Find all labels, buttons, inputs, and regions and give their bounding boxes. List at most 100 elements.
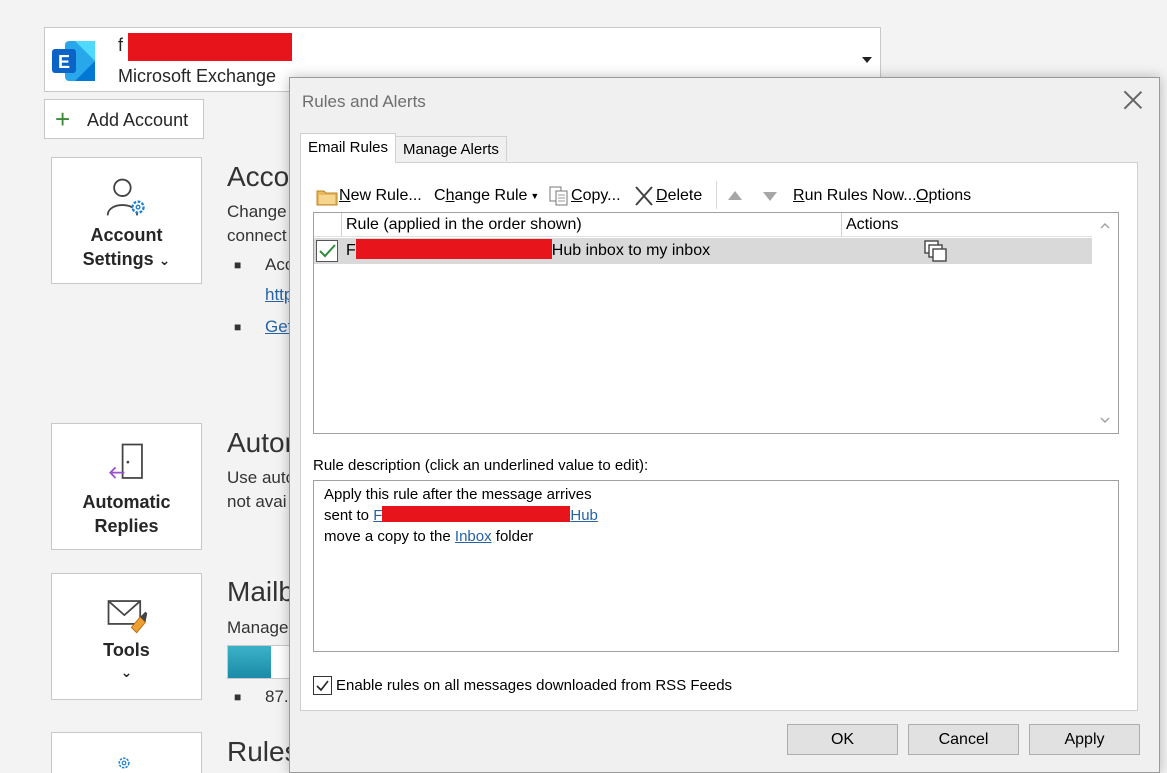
- ok-button[interactable]: OK: [787, 724, 898, 755]
- section-title-mailbox: Mailb: [227, 576, 294, 607]
- column-header-enabled[interactable]: [314, 213, 342, 237]
- tab-email-rules[interactable]: Email Rules: [300, 133, 397, 163]
- recipient-end: Hub: [570, 507, 598, 524]
- scroll-up-icon[interactable]: [1100, 221, 1110, 231]
- section-title-account: Acco: [227, 161, 290, 192]
- account-settings-tile[interactable]: Account Settings ⌄: [51, 157, 202, 284]
- door-exit-icon: [108, 443, 143, 479]
- redaction-bar: [382, 506, 571, 523]
- sent-to-recipient-link[interactable]: F Hub: [373, 506, 598, 524]
- section-title-rules: Rules: [227, 736, 299, 767]
- svg-text:E: E: [58, 52, 70, 72]
- section-text: Change: [227, 202, 287, 221]
- tile-label: Automatic: [82, 492, 171, 512]
- delete-button[interactable]: Delete: [632, 183, 702, 209]
- rule-name: F Hub inbox to my inbox: [346, 239, 711, 261]
- column-header-actions[interactable]: Actions: [842, 213, 1092, 237]
- scroll-down-icon[interactable]: [1100, 415, 1110, 425]
- new-rule-accel: N: [339, 187, 351, 204]
- delete-accel: D: [656, 187, 668, 204]
- copy-button[interactable]: Copy...: [547, 183, 621, 209]
- cancel-button[interactable]: Cancel: [908, 724, 1019, 755]
- options-label: ptions: [928, 187, 972, 204]
- bullet-icon: ■: [234, 690, 242, 704]
- rules-list[interactable]: Rule (applied in the order shown) Action…: [313, 212, 1119, 434]
- copy-accel: C: [571, 187, 583, 204]
- new-rule-button[interactable]: New Rule...: [315, 183, 422, 209]
- account-type: Microsoft Exchange: [118, 66, 277, 86]
- dialog-title: Rules and Alerts: [302, 92, 426, 111]
- redaction-bar: [128, 33, 292, 61]
- change-rule-label-pre: C: [434, 187, 446, 204]
- section-title-auto: Autor: [227, 427, 294, 458]
- delete-x-icon: [635, 186, 653, 206]
- options-button[interactable]: Options: [916, 183, 971, 209]
- automatic-replies-tile[interactable]: Automatic Replies: [51, 423, 202, 550]
- rss-checkbox[interactable]: [313, 676, 332, 695]
- column-header-rule[interactable]: Rule (applied in the order shown): [342, 213, 842, 237]
- recipient-start: F: [373, 507, 383, 524]
- run-rules-label: un Rules Now...: [804, 187, 917, 204]
- close-icon[interactable]: [1123, 90, 1143, 110]
- tile-label-line2: Settings ⌄: [52, 247, 201, 272]
- rule-row[interactable]: F Hub inbox to my inbox: [314, 238, 1092, 264]
- mailbox-usage-bar: [227, 645, 291, 679]
- toolbar-separator: [716, 181, 717, 209]
- move-up-icon[interactable]: [727, 190, 743, 202]
- checkmark-icon: [319, 244, 336, 258]
- description-text: sent to: [324, 507, 374, 524]
- inbox-folder-link[interactable]: Inbox: [455, 528, 492, 545]
- tile-label-text: Settings: [82, 249, 154, 269]
- copy-label: opy...: [582, 187, 621, 204]
- run-rules-now-button[interactable]: Run Rules Now...: [793, 183, 917, 209]
- copy-action-icon: [924, 240, 947, 262]
- section-text: Use auto: [227, 468, 296, 487]
- gear-icon: [117, 757, 130, 769]
- tools-tile[interactable]: Tools ⌄: [51, 573, 202, 700]
- exchange-icon: E: [52, 41, 95, 81]
- rule-name-suffix: Hub inbox to my inbox: [551, 242, 711, 260]
- change-rule-button[interactable]: Ch ange Rule ▼: [434, 183, 539, 209]
- rule-description-box: Apply this rule after the message arrive…: [313, 480, 1119, 652]
- rule-enabled-checkbox[interactable]: [316, 240, 338, 262]
- bullet-icon: ■: [234, 320, 242, 334]
- delete-label: elete: [667, 187, 703, 204]
- description-line: move a copy to the Inbox folder: [324, 528, 533, 545]
- account-name: f: [118, 35, 124, 55]
- section-text: not avai: [227, 492, 287, 511]
- apply-button[interactable]: Apply: [1029, 724, 1140, 755]
- redaction-bar: [355, 239, 552, 259]
- rules-tile[interactable]: [51, 732, 202, 773]
- new-rule-label: ew Rule...: [350, 187, 422, 204]
- tile-label-line2: Replies: [94, 516, 159, 536]
- change-rule-accel: h: [445, 187, 455, 204]
- add-account-button[interactable]: + Add Account: [44, 99, 204, 139]
- rss-checkbox-label: Enable rules on all messages downloaded …: [336, 677, 733, 694]
- tools-mail-icon: [107, 600, 147, 634]
- add-account-label: Add Account: [87, 110, 189, 130]
- tab-manage-alerts[interactable]: Manage Alerts: [395, 136, 507, 161]
- description-text: folder: [491, 528, 534, 545]
- bullet-text: 87.: [265, 687, 289, 706]
- section-text: Manage: [227, 618, 289, 637]
- change-rule-label: ange Rule: [454, 187, 528, 204]
- rss-rules-option[interactable]: Enable rules on all messages downloaded …: [313, 676, 732, 695]
- rules-and-alerts-dialog: Rules and Alerts Email Rules Manage Aler…: [289, 77, 1160, 773]
- move-down-icon[interactable]: [762, 190, 778, 202]
- rules-list-scrollbar[interactable]: [1092, 213, 1118, 433]
- account-settings-icon: [106, 178, 145, 216]
- description-line: sent to F Hub: [324, 506, 598, 524]
- rule-description-label: Rule description (click an underlined va…: [313, 457, 649, 474]
- options-accel: O: [916, 187, 929, 204]
- email-rules-panel: New Rule... Ch ange Rule ▼ Copy... Delete: [300, 162, 1138, 711]
- bullet-icon: ■: [234, 258, 242, 272]
- rule-name-prefix: F: [346, 242, 356, 260]
- section-text: connect: [227, 226, 287, 245]
- dropdown-caret-icon: ▼: [530, 191, 540, 201]
- checkmark-icon: [316, 680, 329, 692]
- dropdown-arrow-icon[interactable]: [862, 57, 872, 63]
- copy-icon: [549, 186, 568, 206]
- mailbox-usage-fill: [228, 646, 272, 678]
- tile-label: Account: [90, 225, 163, 245]
- tile-label: Tools: [103, 640, 150, 660]
